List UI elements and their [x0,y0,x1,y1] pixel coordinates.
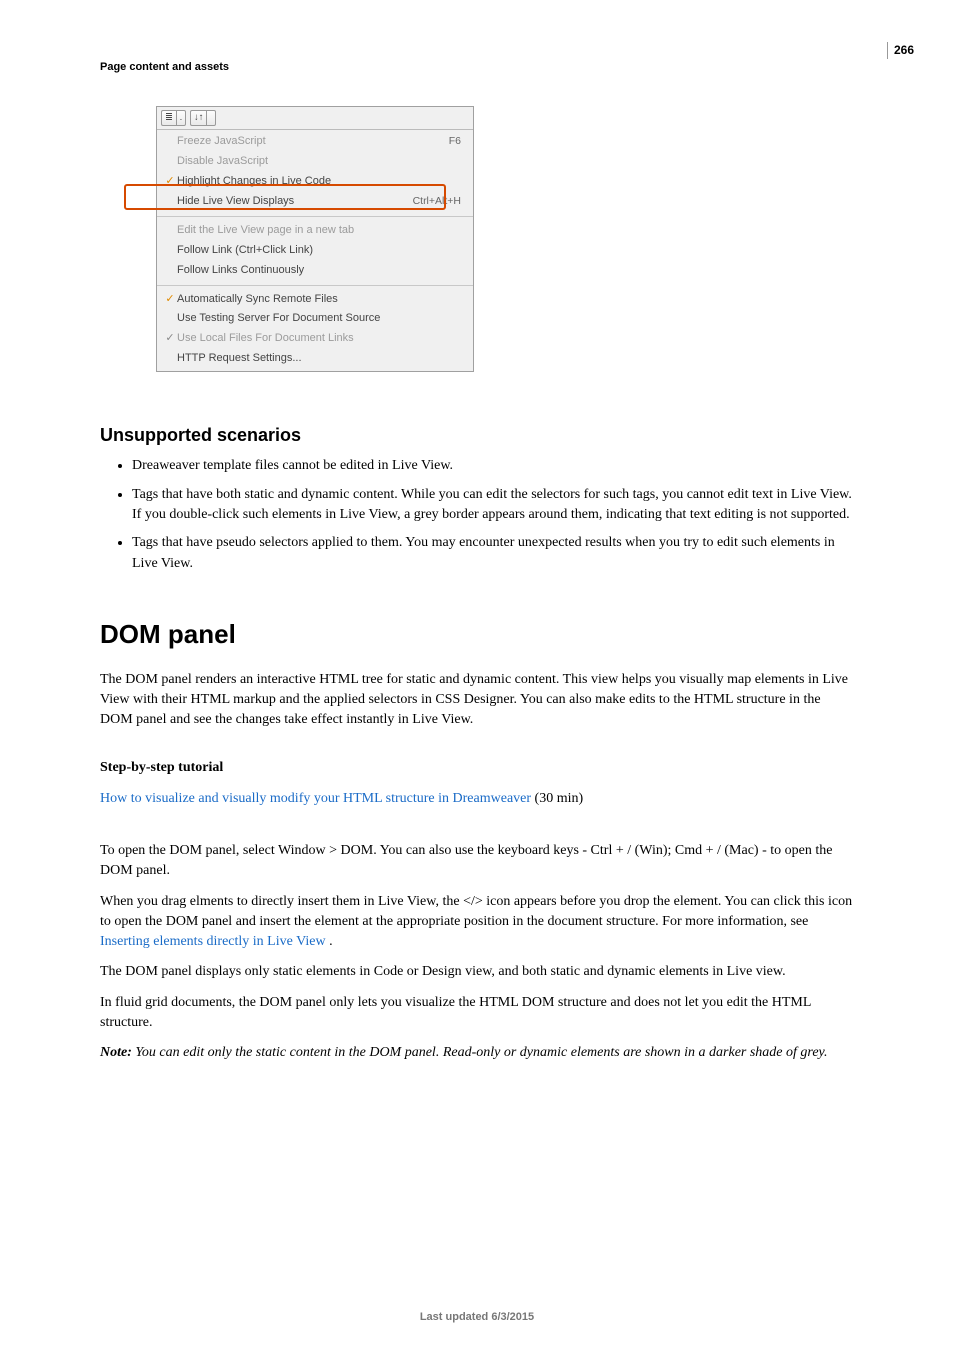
dom-drag-text-b: . [329,934,333,949]
menu-item-shortcut: Ctrl+Alt+H [413,194,461,209]
dom-panel-heading: DOM panel [100,616,854,654]
menu-item-label: Edit the Live View page in a new tab [177,223,461,239]
unsupported-heading: Unsupported scenarios [100,422,854,448]
dom-drag-paragraph: When you drag elments to directly insert… [100,892,854,953]
check-icon: ✓ [163,174,177,190]
tutorial-link[interactable]: How to visualize and visually modify you… [100,791,531,806]
page-number: 266 [887,42,914,59]
menu-item-label: Use Testing Server For Document Source [177,311,461,327]
menu-toolbar: ≣ . ↓↑ [157,107,473,130]
menu-item-label: Hide Live View Displays [177,194,413,210]
dom-fluidgrid-paragraph: In fluid grid documents, the DOM panel o… [100,993,854,1034]
toolbar-sort-icon[interactable]: ↓↑ [190,110,207,126]
menu-item-label: Highlight Changes in Live Code [177,174,461,190]
dom-display-paragraph: The DOM panel displays only static eleme… [100,962,854,982]
menu-item[interactable]: Use Testing Server For Document Source [157,309,473,329]
unsupported-item: Tags that have both static and dynamic c… [132,485,854,526]
menu-item: ✓Use Local Files For Document Links [157,329,473,349]
check-icon: ✓ [163,331,177,347]
note-lead: Note: [100,1045,135,1060]
note-body: You can edit only the static content in … [135,1045,827,1060]
last-updated-footer: Last updated 6/3/2015 [0,1310,954,1326]
live-view-options-menu: ≣ . ↓↑ Freeze JavaScriptF6 Disable JavaSc… [156,106,474,372]
menu-item-label: Disable JavaScript [177,154,461,170]
toolbar-sort-dropdown[interactable] [206,110,216,126]
toolbar-list-dropdown[interactable]: . [176,110,186,126]
menu-item: Edit the Live View page in a new tab [157,221,473,241]
dom-open-paragraph: To open the DOM panel, select Window > D… [100,841,854,882]
menu-item-shortcut: F6 [449,134,461,149]
dom-intro-paragraph: The DOM panel renders an interactive HTM… [100,670,854,731]
menu-item[interactable]: Follow Link (Ctrl+Click Link) [157,241,473,261]
menu-item-label: Use Local Files For Document Links [177,331,461,347]
menu-item[interactable]: ✓Automatically Sync Remote Files [157,290,473,310]
dom-note: Note: You can edit only the static conte… [100,1043,854,1063]
menu-item-label: Follow Link (Ctrl+Click Link) [177,243,461,259]
menu-item[interactable]: Hide Live View DisplaysCtrl+Alt+H [157,192,473,212]
menu-item[interactable]: Follow Links Continuously [157,261,473,281]
step-by-step-heading: Step-by-step tutorial [100,758,854,778]
menu-item[interactable]: ✓Highlight Changes in Live Code [157,172,473,192]
inserting-elements-link[interactable]: Inserting elements directly in Live View [100,934,329,949]
unsupported-list: Dreaweaver template files cannot be edit… [100,456,854,573]
menu-item-label: Follow Links Continuously [177,263,461,279]
tutorial-line: How to visualize and visually modify you… [100,789,854,809]
check-icon: ✓ [163,292,177,308]
menu-item: Freeze JavaScriptF6 [157,132,473,152]
menu-item: Disable JavaScript [157,152,473,172]
menu-item-label: Automatically Sync Remote Files [177,292,461,308]
tutorial-duration: (30 min) [531,791,583,806]
breadcrumb: Page content and assets [100,60,854,76]
menu-item-label: HTTP Request Settings... [177,351,461,367]
unsupported-item: Tags that have pseudo selectors applied … [132,533,854,574]
menu-item-label: Freeze JavaScript [177,134,449,150]
dom-drag-text-a: When you drag elments to directly insert… [100,894,852,929]
toolbar-list-icon[interactable]: ≣ [161,110,176,126]
unsupported-item: Dreaweaver template files cannot be edit… [132,456,854,476]
menu-item[interactable]: HTTP Request Settings... [157,349,473,369]
